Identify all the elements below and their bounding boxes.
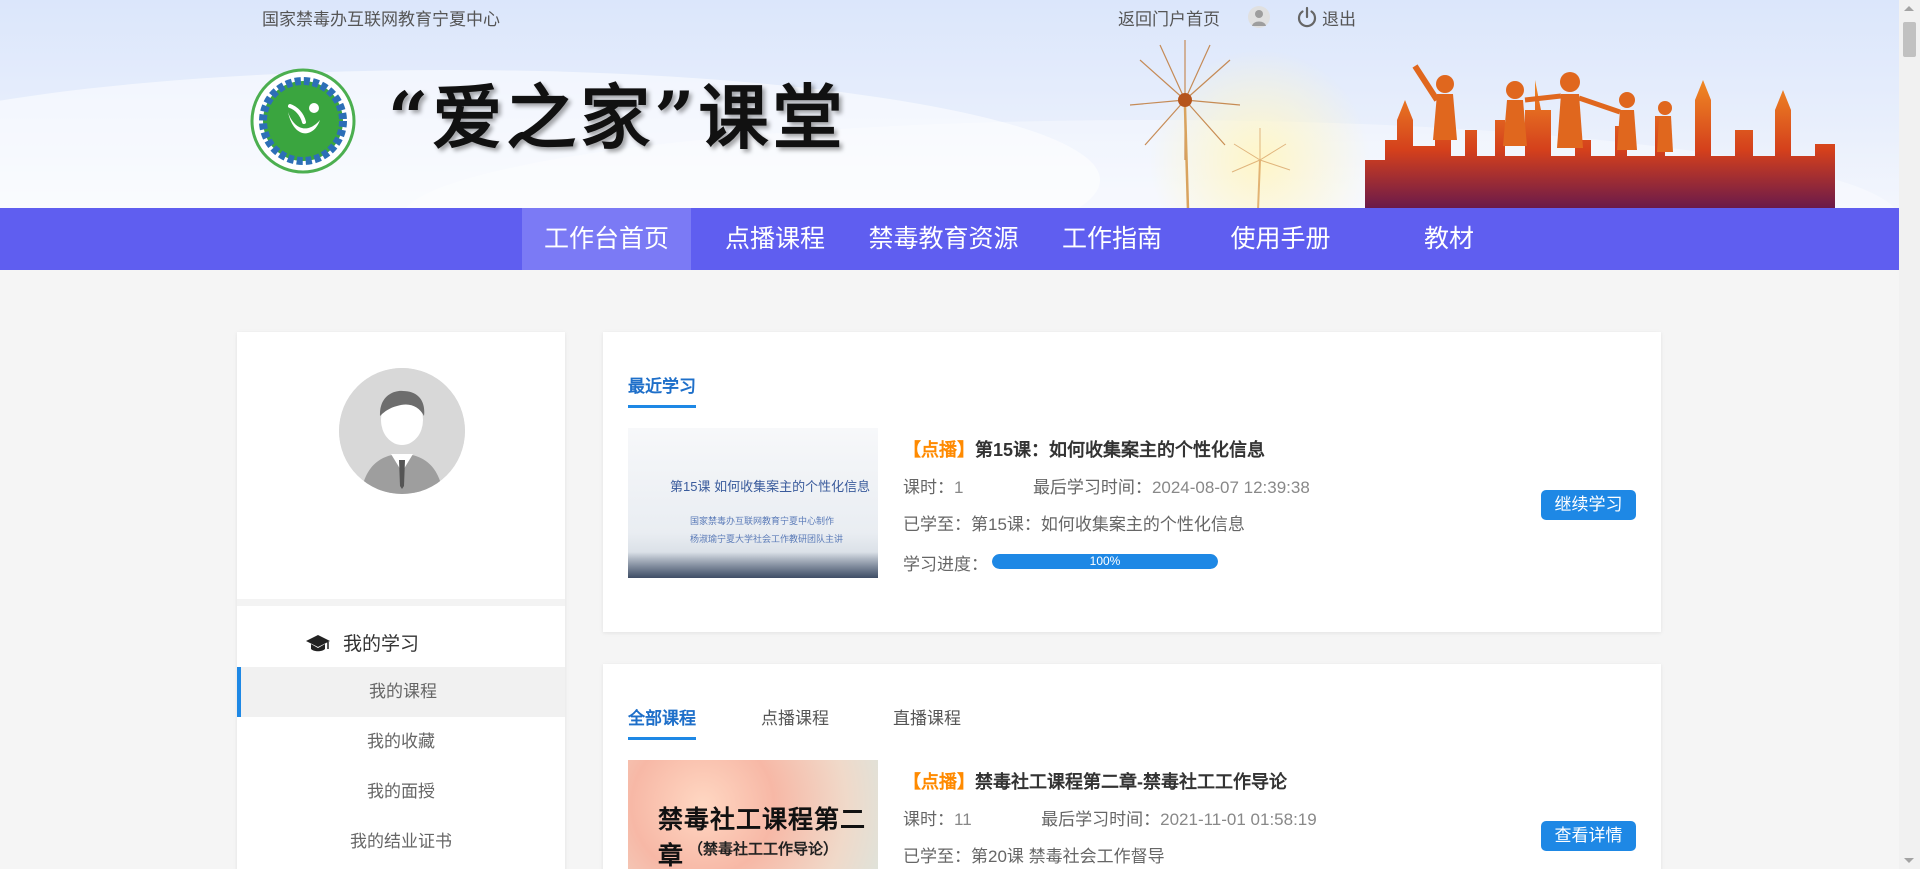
- panel-divider: [237, 599, 565, 606]
- menu-section-title: 我的学习: [343, 634, 420, 655]
- tab-recent-study[interactable]: 最近学习: [628, 372, 696, 408]
- progress-label: 学习进度：: [903, 555, 988, 574]
- sidebar-item-my-certificates[interactable]: 我的结业证书: [237, 817, 565, 867]
- menu-section-my-learning: 我的学习: [305, 629, 419, 656]
- course-meta: 课时：11 最后学习时间：2021-11-01 01:58:19: [903, 805, 1317, 830]
- last-study-time: 2024-08-07 12:39:38: [1151, 478, 1310, 497]
- studied-to-value: 第20课 禁毒社会工作督导: [971, 847, 1165, 866]
- skyline-illustration: [1365, 64, 1835, 208]
- tab-all-courses[interactable]: 全部课程: [628, 704, 696, 740]
- sidebar-item-my-courses[interactable]: 我的课程: [237, 667, 565, 717]
- nav-item-manual[interactable]: 使用手册: [1196, 208, 1365, 270]
- scroll-down-arrow-icon[interactable]: [1904, 858, 1914, 863]
- thumbnail-subtitle: （禁毒社工工作导论）: [688, 841, 839, 858]
- scroll-up-arrow-icon[interactable]: [1904, 6, 1914, 11]
- thumbnail-title: 第15课 如何收集案主的个性化信息: [670, 479, 871, 494]
- hours-label: 课时：: [903, 478, 954, 497]
- center-logo: [250, 68, 356, 174]
- studied-to-value: 第15课：如何收集案主的个性化信息: [971, 515, 1245, 534]
- thumbnail-line: 国家禁毒办互联网教育宁夏中心制作: [690, 516, 835, 526]
- progress-fill: 100%: [992, 554, 1218, 569]
- studied-to: 已学至：第15课：如何收集案主的个性化信息: [903, 510, 1245, 535]
- studied-to-label: 已学至：: [903, 515, 971, 534]
- hours-value: 1: [954, 478, 964, 497]
- tab-vod-courses[interactable]: 点播课程: [761, 704, 829, 737]
- nav-item-workbench[interactable]: 工作台首页: [522, 208, 691, 270]
- sidebar-item-my-favorites[interactable]: 我的收藏: [237, 717, 565, 767]
- all-courses-card: 全部课程 点播课程 直播课程 禁毒社工课程第二章 （禁毒社工工作导论） 【点播】…: [603, 664, 1661, 869]
- nav-item-resources[interactable]: 禁毒教育资源: [859, 208, 1028, 270]
- course-title-text: 第15课：如何收集案主的个性化信息: [975, 440, 1266, 460]
- sidebar: 我的学习 我的课程 我的收藏 我的面授 我的结业证书: [237, 332, 565, 869]
- page-scrollbar[interactable]: [1899, 0, 1920, 869]
- tab-live-courses[interactable]: 直播课程: [893, 704, 961, 737]
- studied-to: 已学至：第20课 禁毒社会工作督导: [903, 842, 1165, 867]
- org-name: 国家禁毒办互联网教育宁夏中心: [262, 10, 500, 29]
- graduation-cap-icon: [306, 634, 330, 651]
- course-title[interactable]: 【点播】第15课：如何收集案主的个性化信息: [903, 436, 1265, 462]
- progress-bar: 100%: [992, 554, 1218, 569]
- course-title-text: 禁毒社工课程第二章-禁毒社工工作导论: [975, 772, 1287, 792]
- course-type-tag: 【点播】: [903, 772, 975, 792]
- nav-item-textbooks[interactable]: 教材: [1365, 208, 1533, 270]
- course-title[interactable]: 【点播】禁毒社工课程第二章-禁毒社工工作导论: [903, 768, 1287, 794]
- course-thumbnail[interactable]: 第15课 如何收集案主的个性化信息 国家禁毒办互联网教育宁夏中心制作 杨淑瑜宁夏…: [628, 428, 878, 578]
- scrollbar-thumb[interactable]: [1903, 22, 1916, 57]
- last-study-label: 最后学习时间：: [1032, 478, 1152, 497]
- main-nav: 工作台首页 点播课程 禁毒教育资源 工作指南 使用手册 教材: [0, 208, 1899, 270]
- course-type-tag: 【点播】: [903, 440, 975, 460]
- hours-value: 11: [954, 810, 972, 829]
- studied-to-label: 已学至：: [903, 847, 971, 866]
- thumbnail-line: 杨淑瑜宁夏大学社会工作教研团队主讲: [690, 534, 844, 544]
- continue-study-button[interactable]: 继续学习: [1541, 490, 1636, 520]
- slogan-title: “爱之家”课堂: [388, 76, 847, 159]
- recent-study-card: 最近学习 第15课 如何收集案主的个性化信息 国家禁毒办互联网教育宁夏中心制作 …: [603, 332, 1661, 632]
- nav-item-vod-courses[interactable]: 点播课程: [691, 208, 859, 270]
- nav-item-guide[interactable]: 工作指南: [1028, 208, 1196, 270]
- avatar: [339, 368, 465, 494]
- hours-label: 课时：: [903, 810, 954, 829]
- course-meta: 课时：1 最后学习时间：2024-08-07 12:39:38: [903, 473, 1310, 498]
- header-banner: 国家禁毒办互联网教育宁夏中心 返回门户首页 退出 “爱之家”课堂: [0, 0, 1899, 208]
- view-details-button[interactable]: 查看详情: [1541, 821, 1636, 851]
- dandelion-illustration: [1129, 40, 1370, 208]
- sidebar-item-my-face-to-face[interactable]: 我的面授: [237, 767, 565, 817]
- course-thumbnail[interactable]: 禁毒社工课程第二章 （禁毒社工工作导论）: [628, 760, 878, 869]
- avatar-person-icon: [339, 368, 465, 494]
- thumbnail-shadow: [628, 552, 878, 578]
- last-study-time: 2021-11-01 01:58:19: [1160, 810, 1317, 829]
- last-study-label: 最后学习时间：: [1041, 810, 1161, 829]
